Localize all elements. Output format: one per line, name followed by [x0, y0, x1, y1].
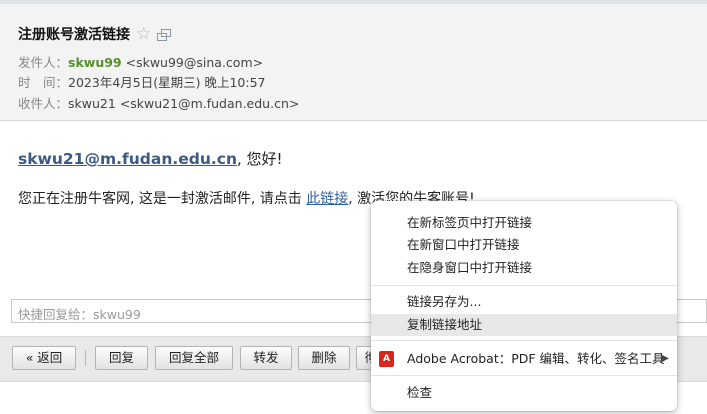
menu-save-link-as[interactable]: 链接另存为... — [371, 291, 677, 313]
toolbar-divider — [85, 350, 86, 366]
to-row: 收件人：skwu21 <skwu21@m.fudan.edu.cn> — [18, 93, 299, 112]
subject-text: 注册账号激活链接 — [18, 27, 130, 43]
sender-address: <skwu99@sina.com> — [125, 55, 264, 70]
recipient-address: <skwu21@m.fudan.edu.cn> — [119, 96, 300, 111]
greeting-suffix: , 您好! — [237, 150, 283, 168]
time-label: 时 间： — [18, 75, 69, 90]
menu-copy-link-address[interactable]: 复制链接地址 — [371, 314, 677, 336]
menu-open-incognito[interactable]: 在隐身窗口中打开链接 — [371, 257, 677, 279]
menu-divider — [371, 285, 677, 286]
adobe-pdf-icon: A — [379, 351, 394, 367]
menu-adobe-acrobat[interactable]: A Adobe Acrobat：PDF 编辑、转化、签名工具 ▶ — [371, 348, 677, 370]
activation-link[interactable]: 此链接 — [306, 191, 348, 207]
submenu-arrow-icon: ▶ — [661, 353, 669, 364]
from-row: 发件人：skwu99 <skwu99@sina.com> — [18, 52, 263, 71]
to-label: 收件人： — [18, 96, 69, 111]
recipient-name: skwu21 — [68, 96, 116, 111]
time-row: 时 间：2023年4月5日(星期三) 晚上10:57 — [18, 72, 265, 91]
greeting-address-link[interactable]: skwu21@m.fudan.edu.cn — [18, 150, 237, 168]
context-menu: 在新标签页中打开链接 在新窗口中打开链接 在隐身窗口中打开链接 链接另存为...… — [371, 201, 677, 411]
menu-divider — [371, 340, 677, 341]
email-header: 注册账号激活链接 ☆ 发件人：skwu99 <skwu99@sina.com> … — [0, 4, 707, 121]
menu-open-new-window[interactable]: 在新窗口中打开链接 — [371, 234, 677, 256]
body-prefix: 您正在注册牛客网, 这是一封激活邮件, 请点击 — [18, 191, 307, 207]
forward-button[interactable]: 转发 — [240, 346, 292, 370]
back-button[interactable]: « 返回 — [12, 346, 76, 370]
from-label: 发件人： — [18, 55, 69, 70]
menu-inspect[interactable]: 检查 — [371, 382, 677, 404]
delete-button[interactable]: 删除 — [298, 346, 350, 370]
reply-button[interactable]: 回复 — [95, 346, 148, 370]
star-icon[interactable]: ☆ — [136, 24, 151, 44]
email-subject: 注册账号激活链接 ☆ — [18, 24, 172, 44]
menu-divider — [371, 375, 677, 376]
menu-open-new-tab[interactable]: 在新标签页中打开链接 — [371, 212, 677, 234]
time-value: 2023年4月5日(星期三) 晚上10:57 — [68, 75, 266, 90]
sender-name[interactable]: skwu99 — [68, 55, 122, 70]
popout-icon[interactable] — [157, 28, 172, 41]
reply-all-button[interactable]: 回复全部 — [155, 346, 233, 370]
greeting: skwu21@m.fudan.edu.cn, 您好! — [18, 148, 283, 169]
menu-adobe-acrobat-label: Adobe Acrobat：PDF 编辑、转化、签名工具 — [407, 351, 665, 366]
